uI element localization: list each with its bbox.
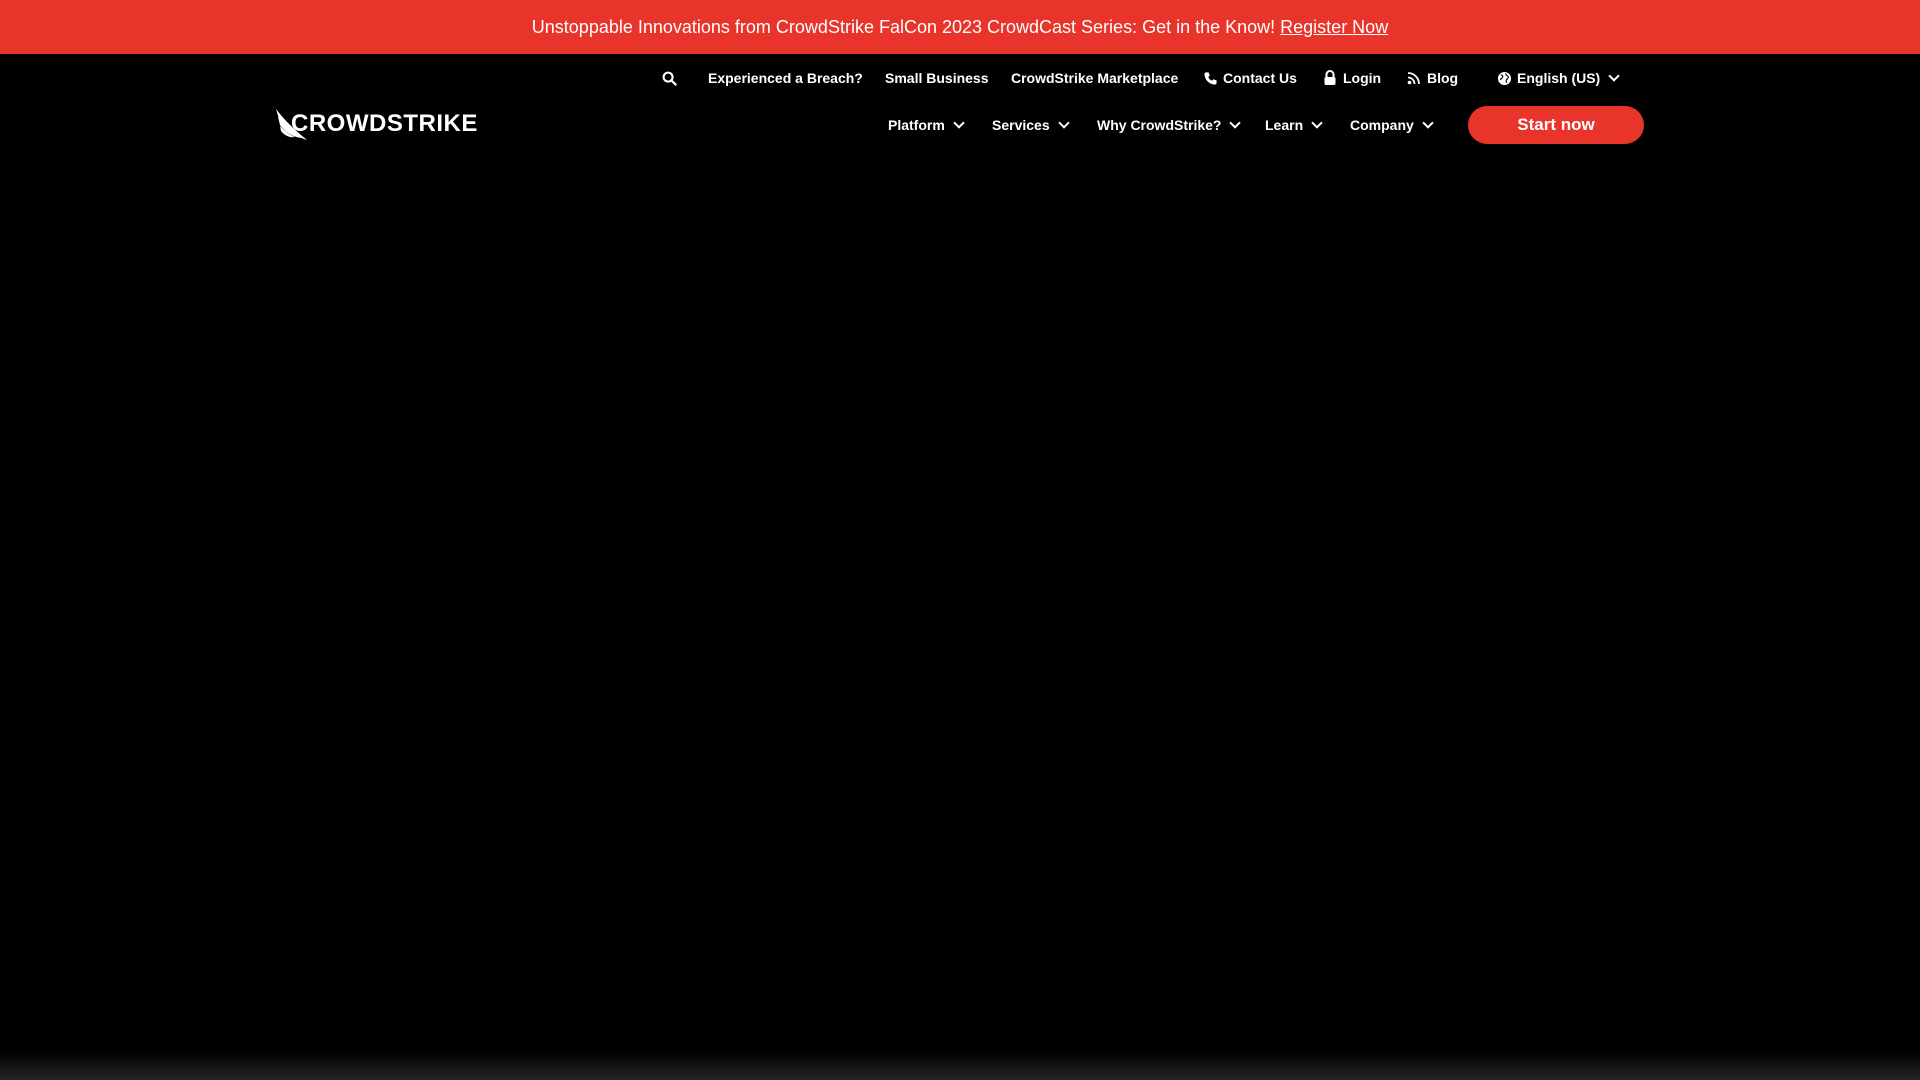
language-label: English (US) <box>1517 70 1600 86</box>
search-icon <box>661 70 677 86</box>
hero-bottom-fade <box>0 1050 1920 1080</box>
login-link[interactable]: Login <box>1322 67 1381 89</box>
logo-text: CROWDSTRIKE <box>291 110 478 138</box>
nav-company[interactable]: Company <box>1350 114 1432 136</box>
marketplace-link[interactable]: CrowdStrike Marketplace <box>1011 67 1178 89</box>
contact-us-link[interactable]: Contact Us <box>1202 67 1297 89</box>
blog-label: Blog <box>1427 70 1458 86</box>
nav-platform[interactable]: Platform <box>888 114 963 136</box>
marketplace-label: CrowdStrike Marketplace <box>1011 70 1178 86</box>
nav-learn-label: Learn <box>1265 117 1303 133</box>
chevron-down-icon <box>1311 117 1322 128</box>
chevron-down-icon <box>1609 70 1620 81</box>
chevron-down-icon <box>1422 117 1433 128</box>
nav-platform-label: Platform <box>888 117 945 133</box>
nav-services[interactable]: Services <box>992 114 1068 136</box>
language-selector[interactable]: English (US) <box>1496 67 1618 89</box>
login-label: Login <box>1343 70 1381 86</box>
promo-banner: Unstoppable Innovations from CrowdStrike… <box>0 0 1920 54</box>
globe-icon <box>1496 70 1512 86</box>
promo-text: Unstoppable Innovations from CrowdStrike… <box>532 17 1275 38</box>
start-now-button[interactable]: Start now <box>1468 106 1644 144</box>
experienced-breach-link[interactable]: Experienced a Breach? <box>708 67 863 89</box>
search-button[interactable] <box>661 67 682 89</box>
nav-company-label: Company <box>1350 117 1414 133</box>
rss-icon <box>1406 70 1422 86</box>
lock-icon <box>1322 70 1338 86</box>
contact-us-label: Contact Us <box>1223 70 1297 86</box>
phone-icon <box>1202 70 1218 86</box>
chevron-down-icon <box>1230 117 1241 128</box>
experienced-breach-label: Experienced a Breach? <box>708 70 863 86</box>
chevron-down-icon <box>953 117 964 128</box>
nav-why-crowdstrike[interactable]: Why CrowdStrike? <box>1097 114 1239 136</box>
small-business-link[interactable]: Small Business <box>885 67 989 89</box>
register-now-link[interactable]: Register Now <box>1280 17 1388 38</box>
nav-why-crowdstrike-label: Why CrowdStrike? <box>1097 117 1221 133</box>
utility-nav: Experienced a Breach? Small Business Cro… <box>0 54 1920 102</box>
crowdstrike-logo[interactable]: CROWDSTRIKE <box>275 104 475 144</box>
nav-services-label: Services <box>992 117 1050 133</box>
chevron-down-icon <box>1058 117 1069 128</box>
small-business-label: Small Business <box>885 70 989 86</box>
hero-section <box>0 168 1920 1080</box>
nav-learn[interactable]: Learn <box>1265 114 1321 136</box>
blog-link[interactable]: Blog <box>1406 67 1458 89</box>
